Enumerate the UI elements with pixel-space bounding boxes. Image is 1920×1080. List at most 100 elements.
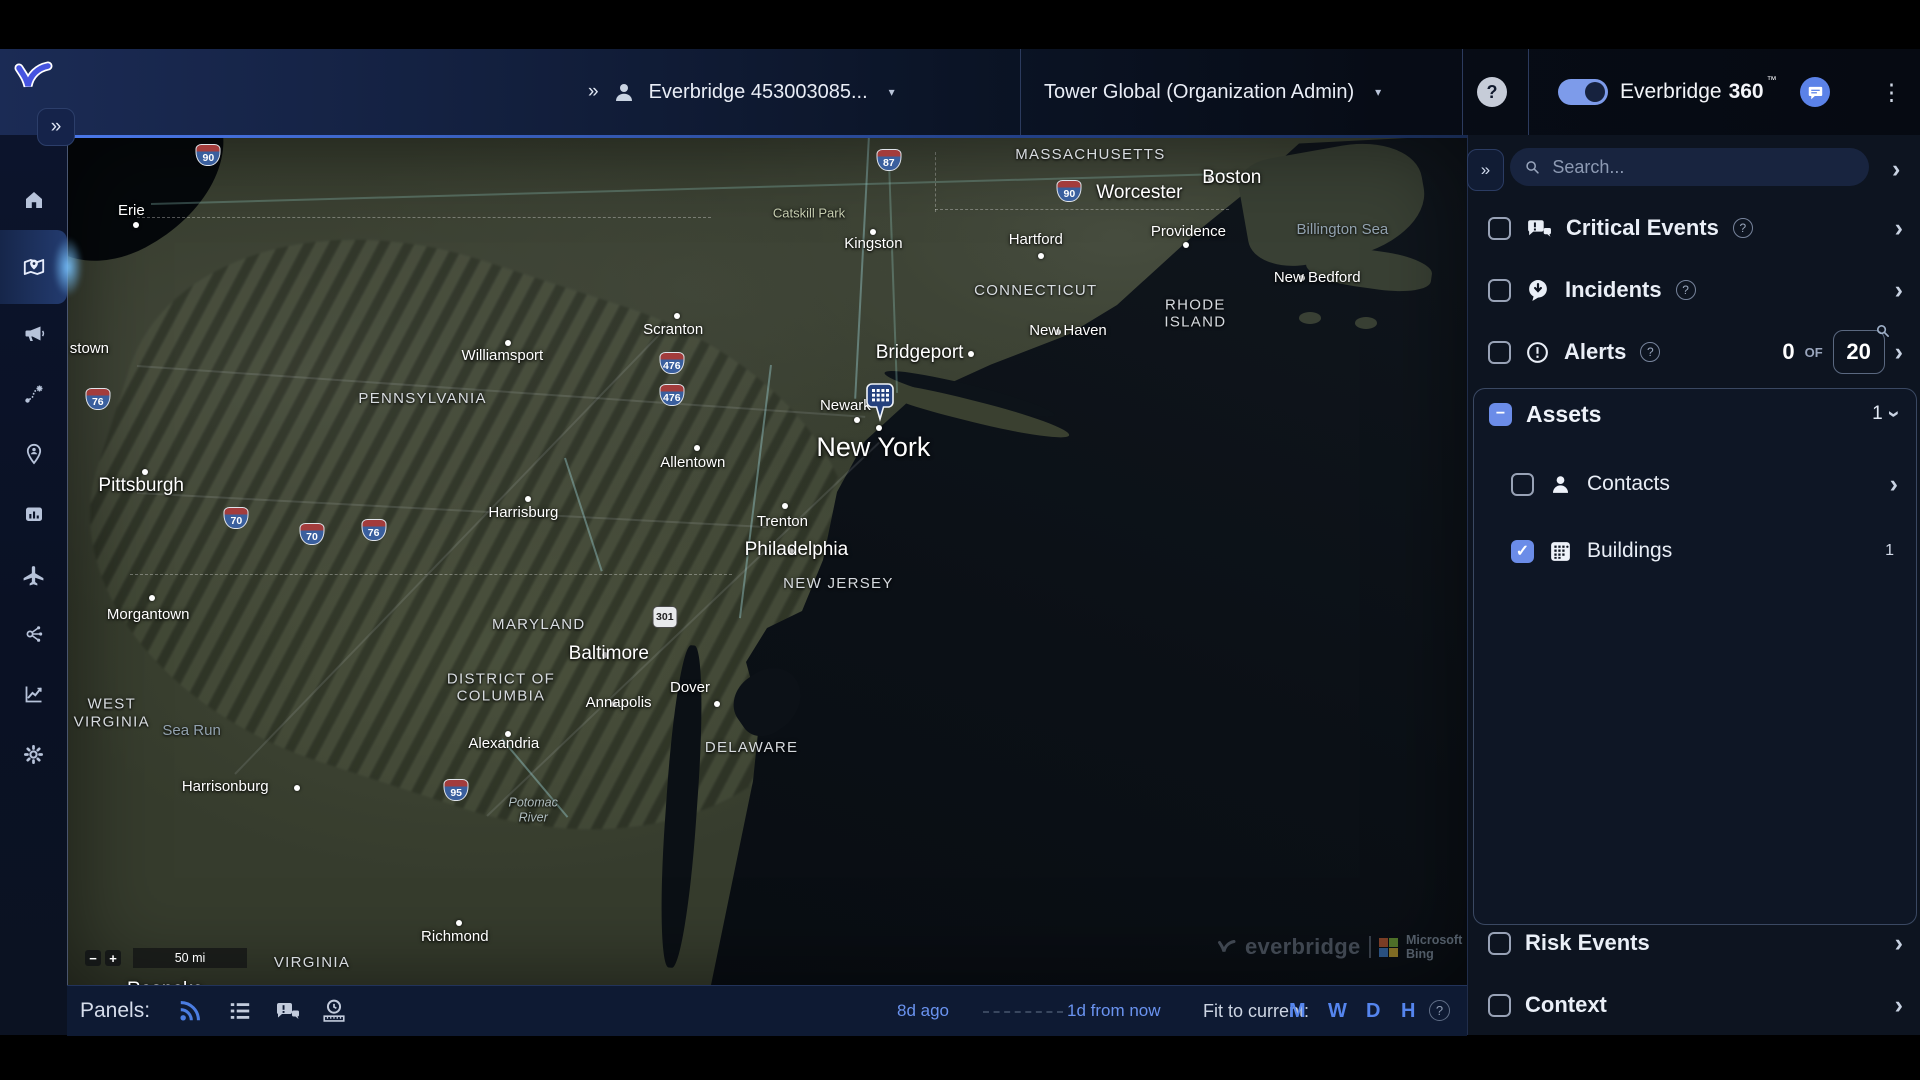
panel-search[interactable] xyxy=(1510,148,1869,186)
info-tooltip-icon[interactable]: ? xyxy=(1733,218,1753,238)
timeline-help-icon[interactable]: ? xyxy=(1429,1000,1450,1021)
map-city-dot xyxy=(133,222,139,228)
sidebar-item-travel[interactable] xyxy=(0,544,67,604)
fit-option-month[interactable]: M xyxy=(1289,986,1306,1036)
fit-option-week[interactable]: W xyxy=(1328,986,1347,1036)
assets-checkbox-indeterminate[interactable]: − xyxy=(1489,403,1512,426)
alerts-checkbox[interactable] xyxy=(1488,341,1511,364)
layer-row-context[interactable]: Context › xyxy=(1468,976,1920,1034)
kebab-menu-button[interactable]: ⋮ xyxy=(1880,75,1903,109)
zoom-out-button[interactable]: − xyxy=(85,950,101,966)
expand-chevron[interactable]: › xyxy=(1895,340,1903,365)
map-city-dot xyxy=(714,701,720,707)
expand-chevron[interactable]: › xyxy=(1890,470,1898,498)
expand-chevron[interactable]: › xyxy=(1895,993,1903,1018)
map-label: DELAWARE xyxy=(705,739,798,757)
account-switcher[interactable]: » Everbridge 453003085... ▾ xyxy=(588,49,895,135)
building-marker[interactable] xyxy=(865,382,895,427)
fit-option-hour[interactable]: H xyxy=(1401,986,1415,1036)
home-icon xyxy=(22,188,46,212)
buildings-checkbox-checked[interactable]: ✓ xyxy=(1511,540,1534,563)
rss-feed-icon[interactable] xyxy=(177,998,203,1024)
map-city-dot xyxy=(674,313,680,319)
layers-panel: » › Critical Events ? › Incidents xyxy=(1467,135,1920,1035)
help-button[interactable]: ? xyxy=(1477,77,1507,107)
collapse-icon: » xyxy=(1481,160,1490,180)
map-label: Alexandria xyxy=(468,736,539,754)
map-label: Pittsburgh xyxy=(98,475,184,497)
map-label: Providence xyxy=(1151,223,1226,241)
sidebar-item-workflow[interactable] xyxy=(0,364,67,424)
search-input[interactable] xyxy=(1550,156,1855,179)
list-icon[interactable] xyxy=(227,998,253,1024)
map-label: MASSACHUSETTS xyxy=(1015,147,1165,165)
gear-icon xyxy=(21,742,46,767)
map-label: Potomac River xyxy=(509,795,558,825)
layer-label: Risk Events xyxy=(1525,930,1650,956)
timeline-track[interactable] xyxy=(983,1011,1063,1013)
critical-events-checkbox[interactable] xyxy=(1488,217,1511,240)
context-checkbox[interactable] xyxy=(1488,994,1511,1017)
map-label: Sea Run xyxy=(162,722,220,740)
fit-option-day[interactable]: D xyxy=(1366,986,1380,1036)
clock-ruler-icon[interactable] xyxy=(321,998,347,1024)
sidebar-item-home[interactable] xyxy=(0,170,67,230)
incidents-checkbox[interactable] xyxy=(1488,279,1511,302)
sidebar-item-analytics[interactable] xyxy=(0,664,67,724)
map-label: New Haven xyxy=(1029,322,1107,340)
search-expand-chevron[interactable]: › xyxy=(1892,157,1900,182)
map-label: stown xyxy=(70,340,109,358)
sidebar-item-communications[interactable] xyxy=(0,304,67,364)
sidebar-item-locations[interactable] xyxy=(0,424,67,484)
alerts-max-input[interactable]: 20 xyxy=(1833,330,1885,374)
map-city-dot xyxy=(505,340,511,346)
info-tooltip-icon[interactable]: ? xyxy=(1640,342,1660,362)
plus-icon: + xyxy=(109,952,117,965)
timeline-start-label[interactable]: 8d ago xyxy=(897,986,949,1036)
risk-events-checkbox[interactable] xyxy=(1488,932,1511,955)
layer-row-risk-events[interactable]: Risk Events › xyxy=(1468,914,1920,972)
contacts-checkbox[interactable] xyxy=(1511,473,1534,496)
sidebar-item-reports[interactable] xyxy=(0,484,67,544)
map-label: Annapolis xyxy=(586,694,652,712)
assets-header-row[interactable]: − Assets 1 › xyxy=(1474,389,1916,439)
asset-row-contacts[interactable]: Contacts › xyxy=(1474,456,1916,512)
speech-exclaim-icon[interactable] xyxy=(274,998,300,1024)
map-label: Scranton xyxy=(643,321,703,339)
everbridge-360-toggle[interactable] xyxy=(1558,79,1608,105)
expand-chevron[interactable]: › xyxy=(1895,278,1903,303)
map-canvas[interactable]: ErieMASSACHUSETTSBostonWorcesterCatskill… xyxy=(67,135,1467,985)
sidebar-item-network[interactable] xyxy=(0,604,67,664)
layer-row-alerts[interactable]: Alerts ? 0 OF 20 › xyxy=(1468,323,1920,381)
org-switcher[interactable]: Tower Global (Organization Admin) ▾ xyxy=(1044,49,1381,135)
sidebar-item-map[interactable] xyxy=(0,230,67,304)
sidebar-expand-button[interactable]: » xyxy=(37,108,75,146)
timeline-end-label[interactable]: 1d from now xyxy=(1067,986,1161,1036)
sidebar-item-settings[interactable] xyxy=(0,724,67,784)
expand-chevron[interactable]: › xyxy=(1895,216,1903,241)
layer-row-incidents[interactable]: Incidents ? › xyxy=(1468,261,1920,319)
expand-chevron[interactable]: › xyxy=(1895,931,1903,956)
collapse-section-chevron[interactable]: › xyxy=(1883,410,1905,417)
zoom-in-button[interactable]: + xyxy=(105,950,121,966)
map-city-dot xyxy=(294,785,300,791)
asset-row-buildings[interactable]: ✓ Buildings 1 xyxy=(1474,523,1916,579)
panel-collapse-button[interactable]: » xyxy=(1467,149,1504,191)
map-city-dot xyxy=(1038,253,1044,259)
layer-row-critical-events[interactable]: Critical Events ? › xyxy=(1468,199,1920,257)
info-tooltip-icon[interactable]: ? xyxy=(1676,280,1696,300)
map-label: New York xyxy=(816,432,930,464)
highway-shield: 95 xyxy=(444,779,469,801)
map-label: Philadelphia xyxy=(745,539,849,561)
highway-shield: 70 xyxy=(224,507,249,529)
map-scale: 50 mi xyxy=(133,948,247,968)
left-sidebar xyxy=(0,135,68,1035)
feedback-chat-button[interactable] xyxy=(1800,77,1830,107)
map-label: NEW JERSEY xyxy=(783,575,894,593)
map-label: Worcester xyxy=(1096,182,1182,204)
location-person-icon xyxy=(22,442,46,466)
caret-down-icon: ▾ xyxy=(889,85,895,99)
attribution-provider: MicrosoftBing xyxy=(1406,933,1462,962)
map-label: Allentown xyxy=(660,454,725,472)
map-label: VIRGINIA xyxy=(274,954,350,972)
